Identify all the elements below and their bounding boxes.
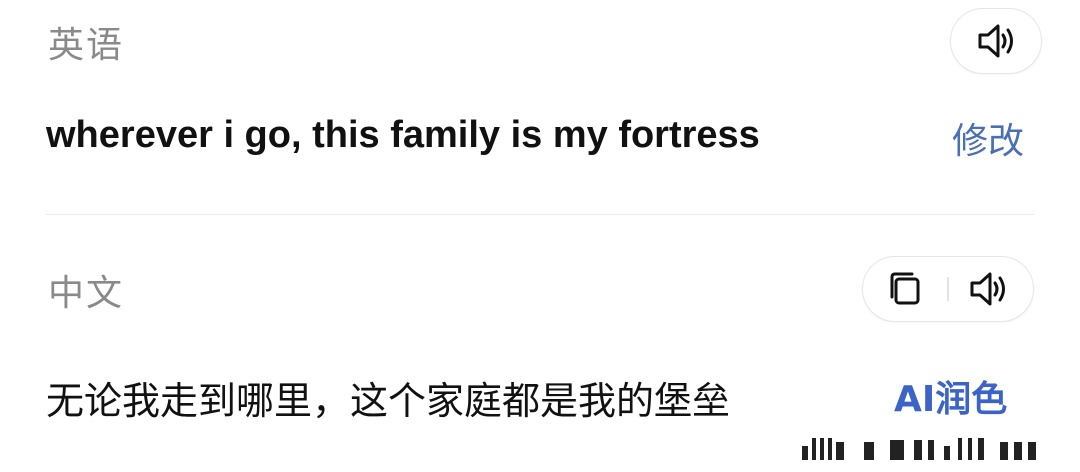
watermark-artifact [800,432,1070,462]
source-speaker-pill [950,8,1042,74]
target-language-label: 中文 [48,273,125,314]
speaker-icon[interactable] [963,264,1013,314]
target-text[interactable]: 无论我走到哪里，这个家庭都是我的堡垒 [46,370,730,425]
copy-icon[interactable] [881,264,931,314]
edit-button[interactable]: 修改 [952,112,1024,164]
ai-polish-button[interactable]: AI润色 [894,370,1007,422]
pill-separator [947,277,949,301]
target-actions-pill [862,256,1034,322]
source-language-label: 英语 [48,25,125,66]
speaker-icon[interactable] [971,16,1021,66]
divider [46,214,1034,215]
source-text[interactable]: wherever i go, this family is my fortres… [46,114,760,157]
translation-panel: 英语 wherever i go, this family is my fort… [0,0,1080,472]
